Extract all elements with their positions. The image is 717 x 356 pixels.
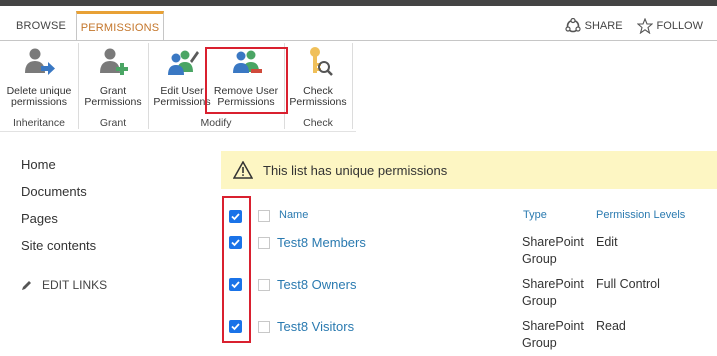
highlight-checkbox-column — [222, 196, 251, 343]
notice-text: This list has unique permissions — [263, 162, 448, 178]
header-select-box[interactable] — [258, 210, 270, 222]
row-type: SharePoint Group — [522, 234, 584, 268]
check-permissions-button[interactable]: Check Permissions — [288, 45, 348, 108]
group-label-grant: Grant — [99, 117, 127, 129]
warning-icon — [233, 161, 253, 179]
delete-unique-label: Delete unique permissions — [6, 85, 72, 108]
group-link-test8-members[interactable]: Test8 Members — [277, 235, 366, 250]
ribbon-bottom-border — [0, 131, 356, 132]
ribbon-panel: Delete unique permissions Grant Permissi… — [0, 41, 717, 131]
unique-permissions-notice: This list has unique permissions — [221, 151, 717, 189]
delete-inheritance-icon — [25, 48, 55, 75]
row-permission-level: Full Control — [596, 277, 660, 291]
nav-item-documents[interactable]: Documents — [21, 183, 96, 210]
tab-browse[interactable]: BROWSE — [8, 12, 74, 40]
row-select-box[interactable] — [258, 279, 270, 291]
group-label-check: Check — [303, 117, 333, 129]
group-label-inheritance: Inheritance — [13, 117, 65, 129]
group-separator — [352, 43, 353, 129]
share-icon — [565, 18, 581, 33]
nav-item-site-contents[interactable]: Site contents — [21, 237, 96, 264]
row-type-line2: Group — [522, 252, 557, 266]
grant-label: Grant Permissions — [84, 85, 142, 108]
row-select-box[interactable] — [258, 321, 270, 333]
column-header-type[interactable]: Type — [523, 209, 547, 221]
share-button[interactable]: SHARE — [565, 18, 623, 34]
highlight-remove-user-button — [205, 47, 288, 114]
follow-button[interactable]: FOLLOW — [636, 18, 703, 34]
grant-permissions-button[interactable]: Grant Permissions — [82, 45, 144, 108]
group-separator — [148, 43, 149, 129]
row-permission-level: Edit — [596, 235, 618, 249]
top-bar — [0, 0, 717, 6]
follow-label: FOLLOW — [656, 20, 703, 32]
page-actions: SHARE FOLLOW — [565, 18, 703, 34]
quick-launch-nav: Home Documents Pages Site contents — [21, 156, 96, 264]
row-type: SharePoint Group — [522, 318, 584, 352]
edit-links-label: EDIT LINKS — [42, 278, 108, 292]
tab-permissions[interactable]: PERMISSIONS — [76, 11, 164, 41]
row-type-line2: Group — [522, 294, 557, 308]
nav-item-home[interactable]: Home — [21, 156, 96, 183]
row-select-box[interactable] — [258, 237, 270, 249]
column-header-name[interactable]: Name — [279, 209, 308, 221]
group-label-modify: Modify — [200, 117, 232, 129]
share-label: SHARE — [584, 20, 623, 32]
edit-user-label: Edit User Permissions — [153, 85, 211, 108]
nav-item-pages[interactable]: Pages — [21, 210, 96, 237]
group-link-test8-owners[interactable]: Test8 Owners — [277, 277, 356, 292]
row-type-line1: SharePoint — [522, 277, 584, 291]
group-link-test8-visitors[interactable]: Test8 Visitors — [277, 319, 354, 334]
edit-user-permissions-button[interactable]: Edit User Permissions — [152, 45, 212, 108]
row-type-line2: Group — [522, 336, 557, 350]
delete-unique-permissions-button[interactable]: Delete unique permissions — [4, 45, 74, 108]
row-type: SharePoint Group — [522, 276, 584, 310]
row-permission-level: Read — [596, 319, 626, 333]
check-label: Check Permissions — [289, 85, 347, 108]
edit-users-icon — [168, 50, 199, 75]
pencil-icon — [22, 281, 31, 290]
group-separator — [78, 43, 79, 129]
grant-user-icon — [100, 48, 128, 75]
row-type-line1: SharePoint — [522, 235, 584, 249]
edit-links-button[interactable]: EDIT LINKS — [21, 278, 107, 292]
row-type-line1: SharePoint — [522, 319, 584, 333]
star-icon — [636, 18, 653, 34]
check-permissions-icon — [310, 47, 333, 76]
column-header-permission-levels[interactable]: Permission Levels — [596, 209, 685, 221]
